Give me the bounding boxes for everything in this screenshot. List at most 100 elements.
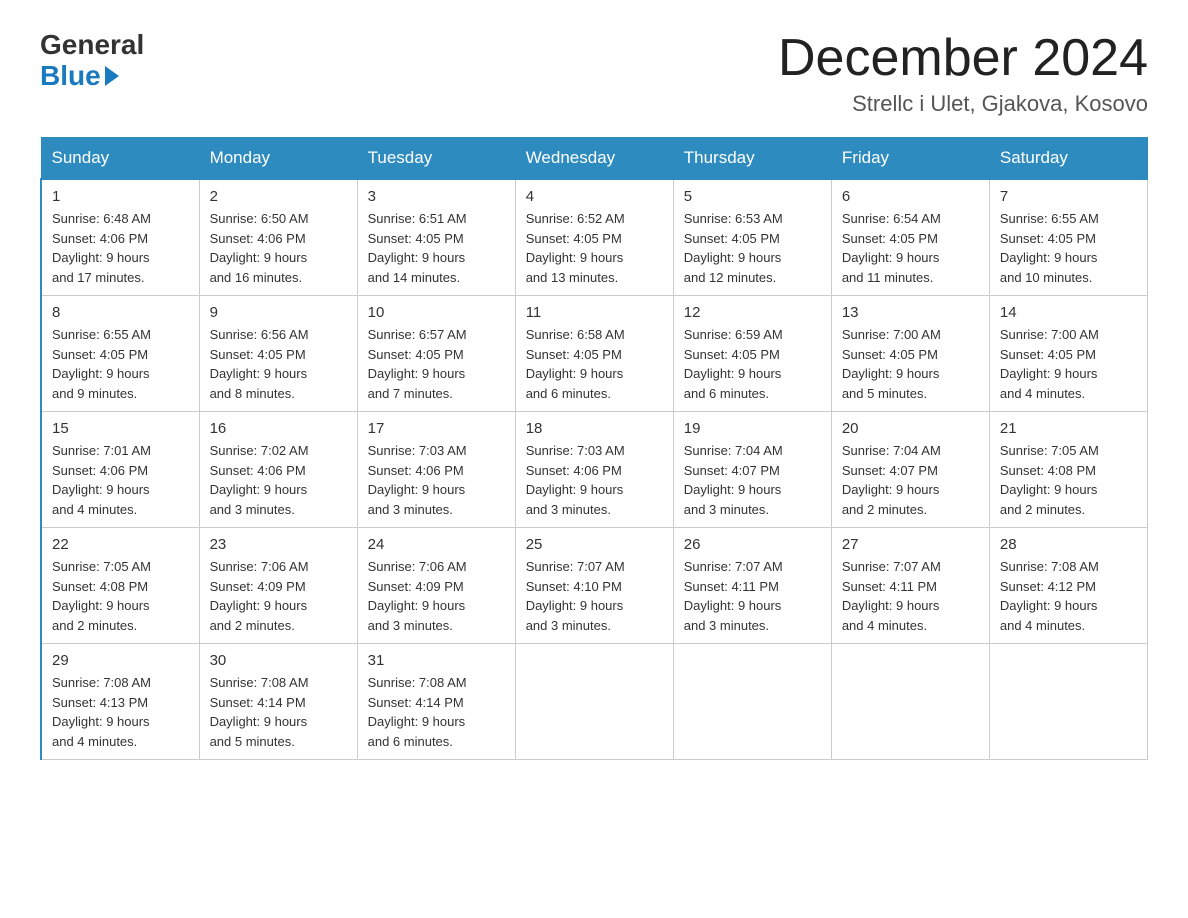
day-info: Sunrise: 7:00 AM Sunset: 4:05 PM Dayligh… xyxy=(1000,325,1137,403)
day-number: 5 xyxy=(684,188,821,205)
day-info: Sunrise: 6:54 AM Sunset: 4:05 PM Dayligh… xyxy=(842,209,979,287)
calendar-cell: 7 Sunrise: 6:55 AM Sunset: 4:05 PM Daylig… xyxy=(989,179,1147,296)
page-header: General Blue December 2024 Strellc i Ule… xyxy=(40,30,1148,117)
day-number: 25 xyxy=(526,536,663,553)
logo-triangle-icon xyxy=(105,66,119,86)
header-saturday: Saturday xyxy=(989,138,1147,180)
calendar-cell: 5 Sunrise: 6:53 AM Sunset: 4:05 PM Daylig… xyxy=(673,179,831,296)
day-number: 7 xyxy=(1000,188,1137,205)
calendar-cell: 19 Sunrise: 7:04 AM Sunset: 4:07 PM Dayli… xyxy=(673,412,831,528)
day-number: 15 xyxy=(52,420,189,437)
calendar-cell: 25 Sunrise: 7:07 AM Sunset: 4:10 PM Dayli… xyxy=(515,528,673,644)
day-info: Sunrise: 6:55 AM Sunset: 4:05 PM Dayligh… xyxy=(1000,209,1137,287)
day-number: 11 xyxy=(526,304,663,321)
calendar-cell: 18Sunrise: 7:03 AM Sunset: 4:06 PM Dayli… xyxy=(515,412,673,528)
calendar-cell: 24Sunrise: 7:06 AM Sunset: 4:09 PM Dayli… xyxy=(357,528,515,644)
calendar-cell: 10 Sunrise: 6:57 AM Sunset: 4:05 PM Dayli… xyxy=(357,296,515,412)
day-number: 6 xyxy=(842,188,979,205)
day-info: Sunrise: 6:48 AM Sunset: 4:06 PM Dayligh… xyxy=(52,209,189,287)
day-number: 22 xyxy=(52,536,189,553)
week-row-1: 1 Sunrise: 6:48 AM Sunset: 4:06 PM Daylig… xyxy=(41,179,1148,296)
week-row-2: 8 Sunrise: 6:55 AM Sunset: 4:05 PM Daylig… xyxy=(41,296,1148,412)
day-number: 1 xyxy=(52,188,189,205)
day-info: Sunrise: 7:04 AM Sunset: 4:07 PM Dayligh… xyxy=(684,441,821,519)
calendar-cell: 31Sunrise: 7:08 AM Sunset: 4:14 PM Dayli… xyxy=(357,644,515,760)
day-info: Sunrise: 6:55 AM Sunset: 4:05 PM Dayligh… xyxy=(52,325,189,403)
day-info: Sunrise: 6:53 AM Sunset: 4:05 PM Dayligh… xyxy=(684,209,821,287)
day-info: Sunrise: 7:08 AM Sunset: 4:14 PM Dayligh… xyxy=(368,673,505,751)
day-info: Sunrise: 6:50 AM Sunset: 4:06 PM Dayligh… xyxy=(210,209,347,287)
calendar-cell: 8 Sunrise: 6:55 AM Sunset: 4:05 PM Daylig… xyxy=(41,296,199,412)
day-info: Sunrise: 6:59 AM Sunset: 4:05 PM Dayligh… xyxy=(684,325,821,403)
header-thursday: Thursday xyxy=(673,138,831,180)
header-sunday: Sunday xyxy=(41,138,199,180)
calendar-cell xyxy=(673,644,831,760)
calendar-cell: 28Sunrise: 7:08 AM Sunset: 4:12 PM Dayli… xyxy=(989,528,1147,644)
calendar-cell: 30Sunrise: 7:08 AM Sunset: 4:14 PM Dayli… xyxy=(199,644,357,760)
day-number: 4 xyxy=(526,188,663,205)
header-tuesday: Tuesday xyxy=(357,138,515,180)
calendar-cell: 16 Sunrise: 7:02 AM Sunset: 4:06 PM Dayli… xyxy=(199,412,357,528)
calendar-cell: 2 Sunrise: 6:50 AM Sunset: 4:06 PM Daylig… xyxy=(199,179,357,296)
day-info: Sunrise: 7:06 AM Sunset: 4:09 PM Dayligh… xyxy=(210,557,347,635)
calendar-title: December 2024 xyxy=(778,30,1148,87)
day-number: 12 xyxy=(684,304,821,321)
day-number: 27 xyxy=(842,536,979,553)
day-info: Sunrise: 7:05 AM Sunset: 4:08 PM Dayligh… xyxy=(1000,441,1137,519)
day-info: Sunrise: 7:03 AM Sunset: 4:06 PM Dayligh… xyxy=(368,441,505,519)
day-info: Sunrise: 7:07 AM Sunset: 4:11 PM Dayligh… xyxy=(684,557,821,635)
logo-blue-text: Blue xyxy=(40,61,144,92)
day-number: 10 xyxy=(368,304,505,321)
day-number: 24 xyxy=(368,536,505,553)
day-info: Sunrise: 7:02 AM Sunset: 4:06 PM Dayligh… xyxy=(210,441,347,519)
day-info: Sunrise: 7:08 AM Sunset: 4:13 PM Dayligh… xyxy=(52,673,189,751)
day-info: Sunrise: 6:51 AM Sunset: 4:05 PM Dayligh… xyxy=(368,209,505,287)
calendar-cell: 27 Sunrise: 7:07 AM Sunset: 4:11 PM Dayli… xyxy=(831,528,989,644)
calendar-cell xyxy=(989,644,1147,760)
calendar-cell: 22 Sunrise: 7:05 AM Sunset: 4:08 PM Dayli… xyxy=(41,528,199,644)
calendar-cell: 1 Sunrise: 6:48 AM Sunset: 4:06 PM Daylig… xyxy=(41,179,199,296)
logo: General Blue xyxy=(40,30,144,92)
calendar-cell: 11 Sunrise: 6:58 AM Sunset: 4:05 PM Dayli… xyxy=(515,296,673,412)
day-number: 29 xyxy=(52,652,189,669)
calendar-cell: 13 Sunrise: 7:00 AM Sunset: 4:05 PM Dayli… xyxy=(831,296,989,412)
calendar-cell: 21Sunrise: 7:05 AM Sunset: 4:08 PM Dayli… xyxy=(989,412,1147,528)
day-number: 23 xyxy=(210,536,347,553)
calendar-cell: 12 Sunrise: 6:59 AM Sunset: 4:05 PM Dayli… xyxy=(673,296,831,412)
calendar-cell: 3 Sunrise: 6:51 AM Sunset: 4:05 PM Daylig… xyxy=(357,179,515,296)
day-number: 20 xyxy=(842,420,979,437)
day-info: Sunrise: 7:07 AM Sunset: 4:10 PM Dayligh… xyxy=(526,557,663,635)
day-number: 8 xyxy=(52,304,189,321)
calendar-cell: 6 Sunrise: 6:54 AM Sunset: 4:05 PM Daylig… xyxy=(831,179,989,296)
day-info: Sunrise: 7:05 AM Sunset: 4:08 PM Dayligh… xyxy=(52,557,189,635)
logo-general-text: General xyxy=(40,30,144,61)
day-info: Sunrise: 7:00 AM Sunset: 4:05 PM Dayligh… xyxy=(842,325,979,403)
calendar-cell: 20 Sunrise: 7:04 AM Sunset: 4:07 PM Dayli… xyxy=(831,412,989,528)
day-info: Sunrise: 6:58 AM Sunset: 4:05 PM Dayligh… xyxy=(526,325,663,403)
header-wednesday: Wednesday xyxy=(515,138,673,180)
day-number: 2 xyxy=(210,188,347,205)
day-number: 16 xyxy=(210,420,347,437)
day-number: 30 xyxy=(210,652,347,669)
day-number: 13 xyxy=(842,304,979,321)
calendar-cell: 17 Sunrise: 7:03 AM Sunset: 4:06 PM Dayli… xyxy=(357,412,515,528)
day-info: Sunrise: 6:57 AM Sunset: 4:05 PM Dayligh… xyxy=(368,325,505,403)
week-row-5: 29 Sunrise: 7:08 AM Sunset: 4:13 PM Dayli… xyxy=(41,644,1148,760)
calendar-table: SundayMondayTuesdayWednesdayThursdayFrid… xyxy=(40,137,1148,760)
calendar-cell: 14Sunrise: 7:00 AM Sunset: 4:05 PM Dayli… xyxy=(989,296,1147,412)
day-number: 18 xyxy=(526,420,663,437)
day-info: Sunrise: 7:08 AM Sunset: 4:12 PM Dayligh… xyxy=(1000,557,1137,635)
calendar-cell: 9 Sunrise: 6:56 AM Sunset: 4:05 PM Daylig… xyxy=(199,296,357,412)
day-number: 9 xyxy=(210,304,347,321)
day-info: Sunrise: 6:52 AM Sunset: 4:05 PM Dayligh… xyxy=(526,209,663,287)
day-number: 19 xyxy=(684,420,821,437)
day-info: Sunrise: 7:07 AM Sunset: 4:11 PM Dayligh… xyxy=(842,557,979,635)
week-row-4: 22 Sunrise: 7:05 AM Sunset: 4:08 PM Dayli… xyxy=(41,528,1148,644)
header-monday: Monday xyxy=(199,138,357,180)
calendar-cell xyxy=(515,644,673,760)
day-number: 3 xyxy=(368,188,505,205)
day-number: 17 xyxy=(368,420,505,437)
day-info: Sunrise: 7:04 AM Sunset: 4:07 PM Dayligh… xyxy=(842,441,979,519)
day-info: Sunrise: 6:56 AM Sunset: 4:05 PM Dayligh… xyxy=(210,325,347,403)
calendar-cell: 29 Sunrise: 7:08 AM Sunset: 4:13 PM Dayli… xyxy=(41,644,199,760)
